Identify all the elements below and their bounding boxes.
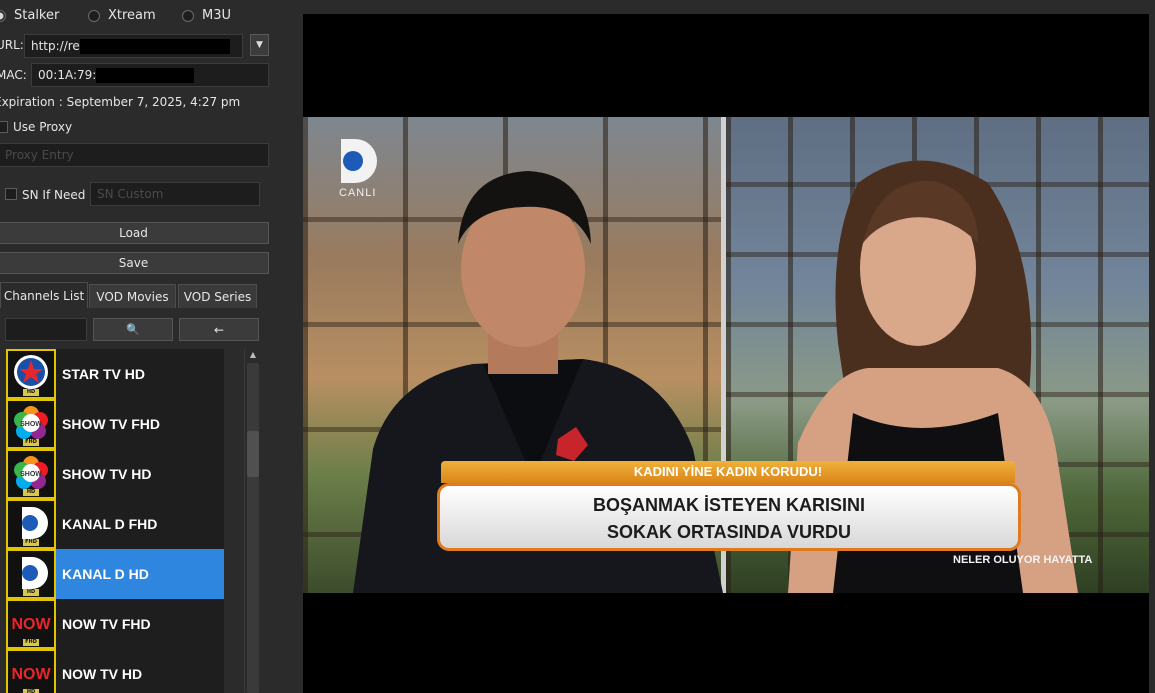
channel-name: SHOW TV FHD — [62, 416, 160, 432]
channel-name: KANAL D FHD — [62, 516, 158, 532]
radio-m3u[interactable]: M3U — [182, 8, 231, 23]
scroll-track[interactable] — [247, 363, 259, 693]
channel-row[interactable]: NOW HD NOW TV HD — [6, 649, 224, 693]
use-proxy-checkbox[interactable] — [0, 121, 8, 133]
scroll-thumb[interactable] — [247, 431, 259, 477]
kanal-d-logo: FHD — [6, 499, 56, 549]
tab-vod-series[interactable]: VOD Series — [178, 284, 257, 308]
news-lower-third: KADINI YİNE KADIN KORUDU! BOŞANMAK İSTEY… — [437, 461, 1021, 561]
channel-row[interactable]: NOW FHD NOW TV FHD — [6, 599, 224, 649]
hd-badge: HD — [23, 689, 39, 693]
radio-label-xtream: Xtream — [108, 8, 156, 23]
radio-indicator-icon — [182, 9, 194, 22]
channel-name: STAR TV HD — [62, 366, 145, 382]
mac-value: 00:1A:79: — [38, 68, 97, 82]
video-frame[interactable]: CANLI KADINI YİNE KADIN KORUDU! BOŞANMAK… — [303, 117, 1149, 593]
now-tv-logo: NOW FHD — [6, 599, 56, 649]
show-logo-text: SHOW — [20, 421, 42, 428]
live-label: CANLI — [339, 187, 377, 199]
hd-badge: HD — [23, 489, 39, 496]
radio-indicator-icon — [88, 9, 100, 22]
tab-vod-movies[interactable]: VOD Movies — [89, 284, 176, 308]
radio-indicator-icon — [0, 9, 6, 22]
banner-line-2: SOKAK ORTASINDA VURDU — [606, 522, 851, 542]
now-tv-logo: NOW HD — [6, 649, 56, 693]
hd-badge: HD — [23, 389, 39, 396]
tab-channels-list[interactable]: Channels List — [0, 282, 88, 308]
radio-xtream[interactable]: Xtream — [88, 8, 156, 23]
channel-row[interactable]: SHOW HD SHOW TV HD — [6, 449, 224, 499]
banner-headline: KADINI YİNE KADIN KORUDU! — [441, 461, 1015, 483]
channel-row[interactable]: HD STAR TV HD — [6, 349, 224, 399]
channel-name: NOW TV FHD — [62, 616, 151, 632]
expiration-text: Expiration : September 7, 2025, 4:27 pm — [0, 95, 241, 109]
url-dropdown-button[interactable]: ▼ — [250, 34, 269, 56]
mac-label: MAC: — [0, 68, 27, 82]
url-label: URL: — [0, 38, 24, 52]
channel-row-selected[interactable]: HD KANAL D HD — [6, 549, 224, 599]
back-button[interactable]: ← — [179, 318, 259, 341]
radio-label-stalker: Stalker — [14, 8, 60, 23]
channel-row[interactable]: FHD KANAL D FHD — [6, 499, 224, 549]
sn-custom-field[interactable]: SN Custom — [90, 182, 260, 206]
save-button[interactable]: Save — [0, 252, 269, 274]
star-tv-logo: HD — [6, 349, 56, 399]
use-proxy-label: Use Proxy — [13, 120, 73, 134]
search-icon: 🔍 — [126, 323, 140, 336]
kanal-d-logo: HD — [6, 549, 56, 599]
now-logo-text: NOW — [11, 616, 51, 633]
radio-stalker[interactable]: Stalker — [0, 8, 59, 23]
program-title: NELER OLUYOR HAYATTA — [953, 554, 1093, 566]
redacted-block — [96, 68, 195, 83]
channel-row[interactable]: SHOW FHD SHOW TV FHD — [6, 399, 224, 449]
sn-if-need-label: SN If Need — [22, 188, 86, 202]
radio-label-m3u: M3U — [202, 8, 232, 23]
banner-line-1: BOŞANMAK İSTEYEN KARISINI — [592, 495, 866, 515]
channel-name: SHOW TV HD — [62, 466, 152, 482]
chevron-down-icon: ▼ — [256, 40, 263, 50]
redacted-block — [79, 39, 230, 54]
channel-name: KANAL D HD — [62, 566, 149, 582]
url-field[interactable]: http://re — [24, 34, 243, 58]
search-button[interactable]: 🔍 — [93, 318, 173, 341]
hd-badge: HD — [23, 589, 39, 596]
back-arrow-icon: ← — [213, 322, 225, 337]
channel-list-scrollbar[interactable]: ▲ — [244, 349, 260, 693]
settings-panel: Stalker Xtream M3U URL: http://re ▼ MAC:… — [0, 0, 300, 693]
source-mode-group: Stalker Xtream M3U — [0, 8, 300, 26]
show-tv-logo: SHOW FHD — [6, 399, 56, 449]
sn-checkbox[interactable] — [5, 188, 17, 200]
mac-field[interactable]: 00:1A:79: — [31, 63, 269, 87]
channel-name: NOW TV HD — [62, 666, 143, 682]
scroll-up-icon[interactable]: ▲ — [245, 349, 261, 361]
show-logo-text: SHOW — [20, 471, 42, 478]
proxy-entry-field[interactable]: Proxy Entry — [0, 143, 269, 167]
banner-main: BOŞANMAK İSTEYEN KARISINI SOKAK ORTASIND… — [437, 483, 1021, 551]
kanal-d-watermark-icon — [341, 139, 377, 183]
iptv-player-window: Stalker Xtream M3U URL: http://re ▼ MAC:… — [0, 0, 1155, 693]
now-logo-text: NOW — [11, 666, 51, 683]
url-value: http://re — [31, 39, 80, 53]
hd-badge: FHD — [23, 539, 39, 546]
video-player[interactable]: CANLI KADINI YİNE KADIN KORUDU! BOŞANMAK… — [303, 14, 1149, 693]
channel-search-input[interactable] — [5, 318, 87, 341]
channel-list: HD STAR TV HD SHOW FHD SHOW TV FHD SHOW … — [6, 349, 224, 693]
load-button[interactable]: Load — [0, 222, 269, 244]
hd-badge: FHD — [23, 639, 39, 646]
now-logo-icon: NOW — [11, 666, 51, 683]
show-tv-logo: SHOW HD — [6, 449, 56, 499]
hd-badge: FHD — [23, 439, 39, 446]
